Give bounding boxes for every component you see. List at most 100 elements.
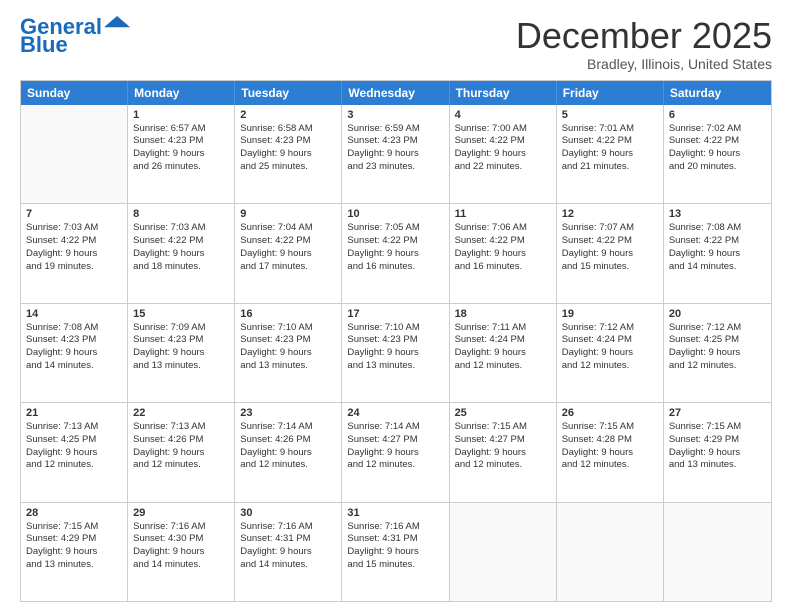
day-number: 12 [562, 208, 658, 220]
cell-info-line: Daylight: 9 hours [347, 447, 443, 460]
header-day-thursday: Thursday [450, 81, 557, 105]
day-number: 29 [133, 507, 229, 519]
cell-info-line: and 14 minutes. [133, 559, 229, 572]
cell-info-line: Sunset: 4:22 PM [455, 135, 551, 148]
day-number: 17 [347, 308, 443, 320]
calendar-cell: 19Sunrise: 7:12 AMSunset: 4:24 PMDayligh… [557, 304, 664, 402]
cell-info-line: and 13 minutes. [347, 360, 443, 373]
cell-info-line: Sunset: 4:31 PM [240, 533, 336, 546]
cell-info-line: Sunset: 4:22 PM [562, 135, 658, 148]
calendar-cell: 15Sunrise: 7:09 AMSunset: 4:23 PMDayligh… [128, 304, 235, 402]
cell-info-line: Daylight: 9 hours [562, 447, 658, 460]
cell-info-line: and 22 minutes. [455, 161, 551, 174]
cell-info-line: Sunset: 4:25 PM [26, 434, 122, 447]
day-number: 25 [455, 407, 551, 419]
cell-info-line: Sunset: 4:22 PM [669, 235, 766, 248]
header-day-tuesday: Tuesday [235, 81, 342, 105]
calendar-cell: 8Sunrise: 7:03 AMSunset: 4:22 PMDaylight… [128, 204, 235, 302]
title-block: December 2025 Bradley, Illinois, United … [516, 16, 772, 72]
cell-info-line: Sunrise: 7:11 AM [455, 322, 551, 335]
calendar-cell: 2Sunrise: 6:58 AMSunset: 4:23 PMDaylight… [235, 105, 342, 203]
day-number: 10 [347, 208, 443, 220]
cell-info-line: Sunset: 4:24 PM [455, 334, 551, 347]
calendar-body: 1Sunrise: 6:57 AMSunset: 4:23 PMDaylight… [21, 105, 771, 601]
day-number: 8 [133, 208, 229, 220]
cell-info-line: Sunrise: 7:12 AM [669, 322, 766, 335]
cell-info-line: Sunset: 4:26 PM [133, 434, 229, 447]
cell-info-line: Sunset: 4:22 PM [669, 135, 766, 148]
calendar-cell: 6Sunrise: 7:02 AMSunset: 4:22 PMDaylight… [664, 105, 771, 203]
cell-info-line: Sunset: 4:24 PM [562, 334, 658, 347]
calendar-cell: 11Sunrise: 7:06 AMSunset: 4:22 PMDayligh… [450, 204, 557, 302]
cell-info-line: Sunrise: 7:13 AM [26, 421, 122, 434]
calendar-cell [450, 503, 557, 601]
cell-info-line: Sunrise: 6:58 AM [240, 123, 336, 136]
cell-info-line: Sunset: 4:29 PM [669, 434, 766, 447]
cell-info-line: Daylight: 9 hours [562, 248, 658, 261]
cell-info-line: and 12 minutes. [562, 360, 658, 373]
day-number: 23 [240, 407, 336, 419]
cell-info-line: Daylight: 9 hours [26, 546, 122, 559]
cell-info-line: and 14 minutes. [240, 559, 336, 572]
calendar-cell: 24Sunrise: 7:14 AMSunset: 4:27 PMDayligh… [342, 403, 449, 501]
cell-info-line: Daylight: 9 hours [455, 248, 551, 261]
day-number: 11 [455, 208, 551, 220]
cell-info-line: Daylight: 9 hours [26, 447, 122, 460]
calendar-row-0: 1Sunrise: 6:57 AMSunset: 4:23 PMDaylight… [21, 105, 771, 204]
cell-info-line: Sunrise: 7:15 AM [455, 421, 551, 434]
cell-info-line: Sunrise: 7:10 AM [347, 322, 443, 335]
cell-info-line: Daylight: 9 hours [347, 148, 443, 161]
cell-info-line: Daylight: 9 hours [347, 248, 443, 261]
header-day-sunday: Sunday [21, 81, 128, 105]
cell-info-line: Daylight: 9 hours [455, 447, 551, 460]
cell-info-line: and 12 minutes. [455, 360, 551, 373]
day-number: 30 [240, 507, 336, 519]
calendar-cell: 14Sunrise: 7:08 AMSunset: 4:23 PMDayligh… [21, 304, 128, 402]
cell-info-line: Sunrise: 7:09 AM [133, 322, 229, 335]
calendar-cell: 12Sunrise: 7:07 AMSunset: 4:22 PMDayligh… [557, 204, 664, 302]
cell-info-line: and 13 minutes. [669, 459, 766, 472]
cell-info-line: Daylight: 9 hours [240, 546, 336, 559]
calendar-header: SundayMondayTuesdayWednesdayThursdayFrid… [21, 81, 771, 105]
cell-info-line: Daylight: 9 hours [133, 248, 229, 261]
day-number: 6 [669, 109, 766, 121]
cell-info-line: Daylight: 9 hours [133, 148, 229, 161]
cell-info-line: Sunrise: 7:08 AM [669, 222, 766, 235]
calendar: SundayMondayTuesdayWednesdayThursdayFrid… [20, 80, 772, 602]
calendar-cell: 1Sunrise: 6:57 AMSunset: 4:23 PMDaylight… [128, 105, 235, 203]
calendar-cell [664, 503, 771, 601]
cell-info-line: Sunrise: 7:08 AM [26, 322, 122, 335]
cell-info-line: and 16 minutes. [347, 261, 443, 274]
cell-info-line: Sunrise: 7:01 AM [562, 123, 658, 136]
cell-info-line: and 15 minutes. [347, 559, 443, 572]
day-number: 22 [133, 407, 229, 419]
cell-info-line: and 13 minutes. [240, 360, 336, 373]
calendar-cell: 23Sunrise: 7:14 AMSunset: 4:26 PMDayligh… [235, 403, 342, 501]
day-number: 1 [133, 109, 229, 121]
calendar-cell: 5Sunrise: 7:01 AMSunset: 4:22 PMDaylight… [557, 105, 664, 203]
calendar-cell: 18Sunrise: 7:11 AMSunset: 4:24 PMDayligh… [450, 304, 557, 402]
cell-info-line: Sunset: 4:22 PM [26, 235, 122, 248]
day-number: 16 [240, 308, 336, 320]
cell-info-line: Daylight: 9 hours [240, 447, 336, 460]
cell-info-line: Daylight: 9 hours [133, 347, 229, 360]
day-number: 20 [669, 308, 766, 320]
cell-info-line: and 12 minutes. [240, 459, 336, 472]
cell-info-line: Sunrise: 7:12 AM [562, 322, 658, 335]
calendar-cell: 31Sunrise: 7:16 AMSunset: 4:31 PMDayligh… [342, 503, 449, 601]
page: General Blue December 2025 Bradley, Illi… [0, 0, 792, 612]
cell-info-line: Sunrise: 7:04 AM [240, 222, 336, 235]
header-day-saturday: Saturday [664, 81, 771, 105]
cell-info-line: Sunset: 4:27 PM [455, 434, 551, 447]
day-number: 26 [562, 407, 658, 419]
cell-info-line: and 12 minutes. [455, 459, 551, 472]
cell-info-line: Sunset: 4:22 PM [133, 235, 229, 248]
cell-info-line: and 14 minutes. [26, 360, 122, 373]
day-number: 24 [347, 407, 443, 419]
calendar-cell: 22Sunrise: 7:13 AMSunset: 4:26 PMDayligh… [128, 403, 235, 501]
cell-info-line: Sunset: 4:22 PM [240, 235, 336, 248]
cell-info-line: Sunset: 4:23 PM [26, 334, 122, 347]
cell-info-line: Daylight: 9 hours [562, 347, 658, 360]
cell-info-line: and 17 minutes. [240, 261, 336, 274]
cell-info-line: Daylight: 9 hours [240, 248, 336, 261]
